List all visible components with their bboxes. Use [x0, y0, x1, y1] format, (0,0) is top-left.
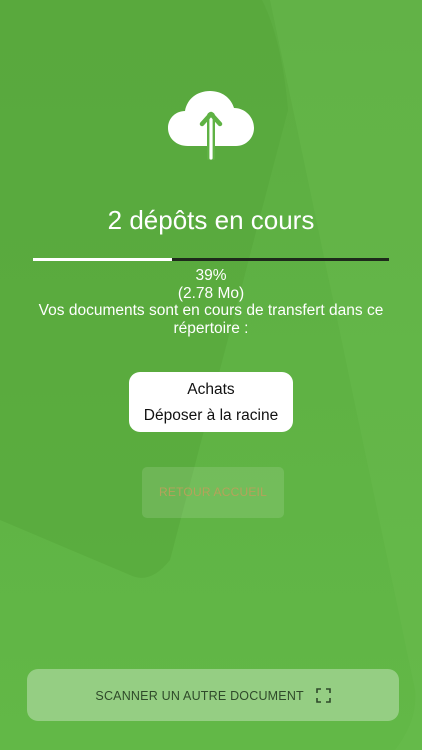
return-home-button[interactable]: RETOUR ACCUEIL [142, 467, 284, 518]
scan-button-label: SCANNER UN AUTRE DOCUMENT [95, 688, 304, 703]
transfer-message: Vos documents sont en cours de transfert… [38, 302, 384, 337]
destination-folder-card[interactable]: Achats Déposer à la racine [129, 372, 293, 432]
progress-details: 39% (2.78 Mo) Vos documents sont en cour… [20, 267, 402, 337]
folder-name: Achats [187, 381, 235, 398]
upload-progress-bar [33, 258, 389, 261]
progress-percent: 39% [195, 267, 227, 284]
scan-frame-icon [315, 688, 331, 704]
cloud-upload-icon [168, 91, 254, 160]
upload-status-title: 2 dépôts en cours [107, 205, 315, 235]
scan-another-document-button[interactable]: SCANNER UN AUTRE DOCUMENT [27, 669, 399, 721]
upload-progress-fill [33, 258, 172, 261]
folder-root-action[interactable]: Déposer à la racine [129, 407, 293, 425]
progress-size: (2.78 Mo) [177, 284, 245, 302]
